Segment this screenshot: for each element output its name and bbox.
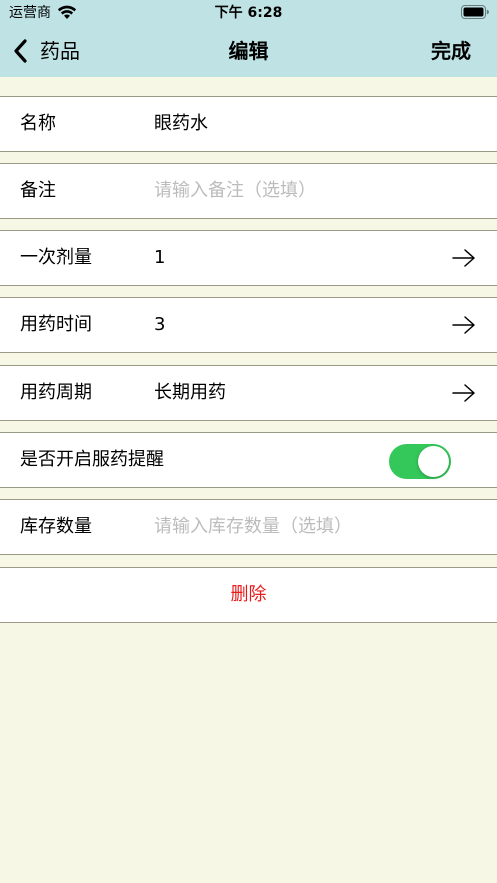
reminder-toggle[interactable] [389,444,451,479]
status-bar: 运营商 下午 6:28 [0,0,497,26]
delete-row[interactable]: 删除 [0,567,497,623]
period-value: 长期用药 [154,382,226,403]
status-time: 下午 6:28 [214,5,283,21]
period-row[interactable]: 用药周期 长期用药 [0,365,497,421]
time-row[interactable]: 用药时间 3 [0,297,497,353]
stock-label: 库存数量 [20,516,92,537]
stock-input[interactable]: 请输入库存数量（选填） [154,500,352,554]
note-row[interactable]: 备注 请输入备注（选填） [0,163,497,219]
reminder-label: 是否开启服药提醒 [20,449,164,470]
toggle-knob [418,446,449,477]
page-title: 编辑 [228,39,269,63]
name-label: 名称 [20,113,56,134]
delete-button[interactable]: 删除 [0,568,497,622]
arrow-right-icon[interactable] [452,383,476,403]
nav-bar: 药品 编辑 完成 [0,26,497,77]
dose-value: 1 [154,247,166,268]
reminder-row: 是否开启服药提醒 [0,432,497,488]
time-label: 用药时间 [20,314,92,335]
name-row[interactable]: 名称 眼药水 [0,96,497,152]
note-input[interactable]: 请输入备注（选填） [154,164,316,218]
dose-label: 一次剂量 [20,247,92,268]
arrow-right-icon[interactable] [452,248,476,268]
header: 运营商 下午 6:28 药品 编辑 完成 [0,0,497,77]
stock-row[interactable]: 库存数量 请输入库存数量（选填） [0,499,497,555]
dose-row[interactable]: 一次剂量 1 [0,230,497,286]
period-label: 用药周期 [20,382,92,403]
arrow-right-icon[interactable] [452,315,476,335]
name-input[interactable]: 眼药水 [154,97,208,151]
note-label: 备注 [20,180,56,201]
battery-icon [461,5,489,19]
time-value: 3 [154,314,166,335]
done-button[interactable]: 完成 [431,37,471,65]
